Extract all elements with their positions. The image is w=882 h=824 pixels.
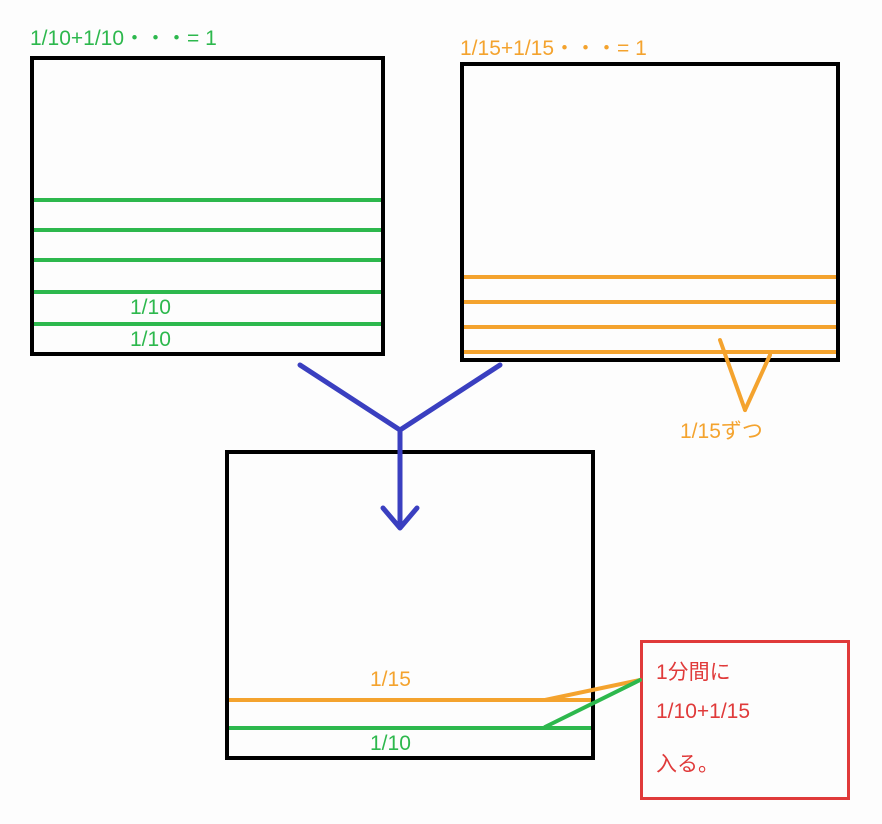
combined-orange-label: 1/15 xyxy=(370,668,411,692)
left-square xyxy=(30,56,385,356)
combined-square xyxy=(225,450,595,760)
left-stripe xyxy=(34,322,381,326)
left-stripe xyxy=(34,228,381,232)
left-stripe xyxy=(34,198,381,202)
summary-line-1: 1分間に xyxy=(656,656,731,686)
right-stripe xyxy=(464,350,836,354)
right-stripe xyxy=(464,275,836,279)
summary-line-2: 1/10+1/15 xyxy=(656,700,750,724)
combined-green-label: 1/10 xyxy=(370,732,411,756)
combined-green-stripe xyxy=(229,726,591,730)
left-equation-label: 1/10+1/10・・・= 1 xyxy=(30,22,217,52)
right-square xyxy=(460,62,840,362)
right-side-label: 1/15ずつ xyxy=(680,415,763,445)
left-stripe-label: 1/10 xyxy=(130,328,171,352)
combined-orange-stripe xyxy=(229,698,591,702)
left-stripe xyxy=(34,258,381,262)
summary-line-3: 入る。 xyxy=(656,748,719,778)
right-equation-label: 1/15+1/15・・・= 1 xyxy=(460,32,647,62)
left-stripe xyxy=(34,290,381,294)
right-stripe xyxy=(464,325,836,329)
left-stripe-label: 1/10 xyxy=(130,296,171,320)
right-stripe xyxy=(464,300,836,304)
